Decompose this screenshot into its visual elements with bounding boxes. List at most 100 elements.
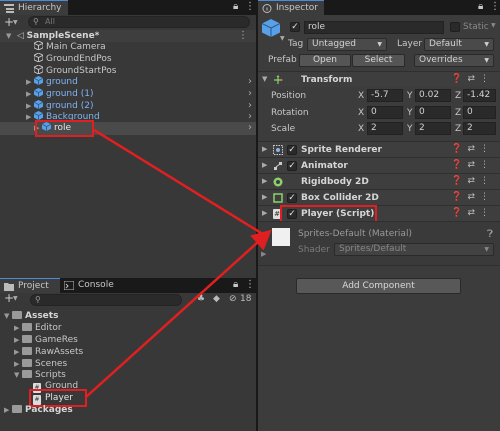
project-folder-editor[interactable]: ▶ Editor: [14, 322, 62, 334]
material-preview-swatch: [272, 228, 290, 246]
expand-arrow-icon[interactable]: ▼: [4, 310, 12, 322]
fold-arrow-icon[interactable]: ▶: [262, 161, 267, 169]
static-label: Static: [463, 22, 489, 32]
hierarchy-search-input[interactable]: ⚲ All: [28, 16, 250, 28]
chevron-right-icon[interactable]: ›: [248, 122, 252, 134]
shader-dropdown[interactable]: Sprites/Default ▼: [334, 243, 494, 256]
component-enabled-checkbox[interactable]: ✓: [287, 161, 297, 171]
project-folder-gameres[interactable]: ▶ GameRes: [14, 334, 78, 346]
position-y-field[interactable]: 0.02: [415, 89, 451, 102]
position-z-field[interactable]: -1.42: [463, 89, 496, 102]
scene-menu-icon[interactable]: ⋮: [238, 30, 248, 42]
search-icon: ⚲: [35, 295, 41, 304]
inspector-lock-icon[interactable]: 🔒︎: [478, 1, 483, 12]
component-rigidbody-2d[interactable]: ▶ Rigidbody 2D ❓⇄⋮: [258, 173, 500, 189]
hierarchy-item-ground[interactable]: ▶ ground ›: [26, 76, 256, 88]
hierarchy-item-ground-1[interactable]: ▶ ground (1) ›: [26, 88, 256, 100]
tab-hierarchy-label: Hierarchy: [18, 3, 62, 13]
component-box-collider-2d[interactable]: ▶ ✓ Box Collider 2D ❓⇄⋮: [258, 189, 500, 205]
component-title: Transform: [301, 75, 353, 85]
component-animator[interactable]: ▶ ✓ Animator ❓⇄⋮: [258, 157, 500, 173]
expand-arrow-icon[interactable]: ▶: [14, 334, 22, 346]
active-checkbox[interactable]: ✓: [290, 22, 300, 32]
tab-project-label: Project: [18, 281, 49, 291]
component-enabled-checkbox[interactable]: ✓: [287, 145, 297, 155]
folder-icon: [22, 370, 32, 378]
prefab-large-icon: [262, 19, 280, 37]
add-dropdown-icon[interactable]: ▼: [13, 295, 18, 302]
tag-dropdown[interactable]: Untagged ▼: [307, 38, 387, 51]
prefab-open-button[interactable]: Open: [299, 54, 351, 67]
project-folder-rawassets[interactable]: ▶ RawAssets: [14, 346, 83, 358]
inspector-more-menu-icon[interactable]: ⋮: [490, 1, 500, 12]
fold-arrow-icon[interactable]: ▶: [262, 209, 267, 217]
scale-y-field[interactable]: 2: [415, 122, 451, 135]
chevron-right-icon[interactable]: ›: [248, 76, 252, 88]
component-sprite-renderer[interactable]: ▶ ✓ Sprite Renderer ❓⇄⋮: [258, 141, 500, 157]
fold-arrow-icon[interactable]: ▶: [261, 250, 266, 258]
prefab-select-button[interactable]: Select: [352, 54, 405, 67]
chevron-right-icon[interactable]: ›: [248, 88, 252, 100]
lock-icon[interactable]: 🔒︎: [233, 1, 238, 12]
component-tools[interactable]: ❓⇄⋮: [451, 74, 494, 84]
tab-inspector[interactable]: Inspector: [258, 0, 324, 15]
component-enabled-checkbox[interactable]: ✓: [287, 193, 297, 203]
fold-arrow-icon[interactable]: ▼: [262, 75, 267, 83]
more-menu-icon[interactable]: ⋮: [245, 1, 255, 12]
tab-hierarchy[interactable]: Hierarchy: [0, 0, 68, 15]
component-tools[interactable]: ❓⇄⋮: [451, 144, 494, 154]
position-x-field[interactable]: -5.7: [367, 89, 403, 102]
component-tools[interactable]: ❓⇄⋮: [451, 192, 494, 202]
folder-label: Packages: [25, 405, 73, 415]
project-lock-icon[interactable]: 🔒︎: [233, 279, 238, 290]
fold-arrow-icon[interactable]: ▶: [262, 193, 267, 201]
hierarchy-item-groundendpos[interactable]: GroundEndPos: [34, 53, 112, 65]
static-checkbox[interactable]: [450, 22, 460, 32]
list-icon: [4, 4, 14, 13]
chevron-down-icon: ▼: [484, 41, 489, 48]
hidden-packages-icon[interactable]: ⊘: [229, 294, 237, 304]
hierarchy-item-main-camera[interactable]: Main Camera: [34, 41, 106, 53]
icon-dropdown-icon[interactable]: ▼: [280, 35, 285, 42]
component-tools[interactable]: ❓⇄⋮: [451, 160, 494, 170]
expand-arrow-icon[interactable]: ▶: [4, 404, 12, 416]
scale-x-field[interactable]: 2: [367, 122, 403, 135]
tab-console-label: Console: [78, 280, 114, 290]
hidden-packages-count: 18: [240, 294, 252, 304]
expand-arrow-icon[interactable]: ▶: [14, 322, 22, 334]
component-transform[interactable]: ▼ Transform ❓⇄⋮: [258, 71, 500, 87]
prefab-overrides-dropdown[interactable]: Overrides ▼: [414, 54, 494, 67]
material-help-icon[interactable]: ❓︎: [487, 229, 493, 240]
search-placeholder: All: [45, 17, 55, 26]
filter-label-icon[interactable]: ◆: [213, 294, 220, 304]
project-more-menu-icon[interactable]: ⋮: [245, 279, 255, 290]
hierarchy-item-label: GroundEndPos: [46, 54, 112, 64]
expand-arrow-icon[interactable]: ▼: [14, 369, 22, 381]
z-axis-label: Z: [455, 124, 462, 134]
expand-arrow-icon[interactable]: ▶: [26, 88, 34, 100]
component-tools[interactable]: ❓⇄⋮: [451, 176, 494, 186]
add-component-button[interactable]: Add Component: [296, 278, 461, 294]
rotation-z-field[interactable]: 0: [463, 106, 496, 119]
object-name-field[interactable]: role: [304, 21, 444, 34]
scale-z-field[interactable]: 2: [463, 122, 496, 135]
rotation-y-field[interactable]: 0: [415, 106, 451, 119]
static-dropdown-icon[interactable]: ▼: [491, 22, 496, 29]
layer-dropdown[interactable]: Default ▼: [424, 38, 494, 51]
info-icon: [262, 4, 272, 13]
tab-console[interactable]: Console: [60, 278, 122, 293]
gameobject-icon: [34, 41, 43, 50]
fold-arrow-icon[interactable]: ▶: [262, 145, 267, 153]
project-folder-packages[interactable]: ▶ Packages: [4, 404, 73, 416]
hierarchy-item-label: ground: [46, 77, 78, 87]
component-tools[interactable]: ❓⇄⋮: [451, 208, 494, 218]
rotation-x-field[interactable]: 0: [367, 106, 403, 119]
filter-type-icon[interactable]: ♣: [197, 294, 205, 304]
add-dropdown-icon[interactable]: ▼: [13, 19, 18, 26]
expand-arrow-icon[interactable]: ▶: [14, 346, 22, 358]
project-search-input[interactable]: ⚲: [30, 294, 182, 306]
project-folder-assets[interactable]: ▼ Assets: [4, 310, 58, 322]
expand-arrow-icon[interactable]: ▶: [26, 76, 34, 88]
expand-arrow-icon[interactable]: ▼: [6, 30, 14, 42]
fold-arrow-icon[interactable]: ▶: [262, 177, 267, 185]
